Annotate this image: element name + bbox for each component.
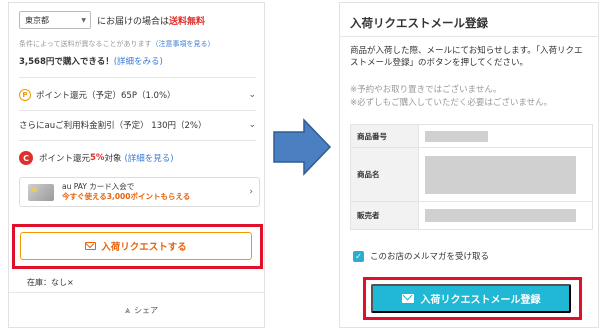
redacted-placeholder [425, 155, 576, 194]
campaign-row: C ポイント還元 5% 対象 (詳細を見る) [19, 151, 174, 165]
stock-request-button[interactable]: 入荷リクエストする [20, 232, 252, 260]
product-info-table: 商品番号 商品名 販売者 [350, 124, 593, 230]
price-detail-link[interactable]: (詳細をみる) [114, 57, 163, 67]
product-purchase-panel: 東京都 ▼ にお届けの場合は送料無料 条件によって送料が異なることがあります（注… [8, 2, 265, 328]
shipping-row: 東京都 ▼ にお届けの場合は送料無料 [19, 11, 205, 29]
card-promo-line2: 今すぐ使える3,000ポイントもらえる [62, 192, 191, 201]
chevron-down-icon: ⌄ [248, 120, 256, 130]
table-row: 商品名 [350, 147, 593, 202]
table-row: 販売者 [350, 201, 593, 230]
stock-status: 在庫：なし× [27, 278, 74, 287]
card-promo-text: au PAY カード入会で 今すぐ使える3,000ポイントもらえる [62, 182, 190, 202]
newsletter-label: このお店のメルマガを受け取る [370, 252, 490, 262]
shipping-note-text: 条件によって送料が異なることがあります [19, 40, 152, 48]
shipping-text: にお届けの場合は送料無料 [97, 14, 205, 27]
free-shipping-label: 送料無料 [169, 16, 206, 27]
seller-label: 販売者 [350, 201, 419, 230]
share-icon: ⩓ [125, 305, 131, 316]
product-number-label: 商品番号 [350, 124, 419, 148]
shipping-note-link[interactable]: （注意事項を見る） [151, 40, 214, 48]
product-name-value [418, 147, 593, 202]
campaign-suffix: 対象 [104, 154, 122, 164]
prefecture-value: 東京都 [25, 15, 49, 25]
point-icon: P [19, 89, 31, 101]
chevron-right-icon: › [249, 187, 253, 197]
credit-card-icon [28, 183, 54, 201]
divider [340, 36, 598, 37]
register-request-button[interactable]: 入荷リクエストメール登録 [371, 284, 571, 313]
campaign-prefix: ポイント還元 [39, 154, 91, 164]
redacted-placeholder [425, 209, 576, 222]
notice-line-2: ※必ずしもご購入していただく必要はございません。 [350, 98, 553, 108]
divider [19, 77, 256, 78]
price-condition-text: 3,568円で購入できる！ [19, 57, 114, 67]
divider [8, 292, 265, 293]
point-return-row[interactable]: P ポイント還元（予定）65P（1.0%） ⌄ [19, 89, 256, 101]
table-row: 商品番号 [350, 124, 593, 148]
prefecture-select[interactable]: 東京都 ▼ [19, 11, 91, 29]
newsletter-option[interactable]: ✓ このお店のメルマガを受け取る [353, 250, 489, 262]
share-button[interactable]: ⩓ シェア [125, 305, 158, 316]
right-arrow-icon [272, 118, 332, 176]
shipping-note: 条件によって送料が異なることがあります（注意事項を見る） [19, 39, 214, 49]
notice-line-1: ※予約やお取り置きではございません。 [350, 85, 502, 95]
stock-request-label: 入荷リクエストする [101, 242, 187, 253]
au-discount-row[interactable]: さらにauご利用料金割引（予定） 130円（2%） ⌄ [19, 119, 256, 131]
register-request-label: 入荷リクエストメール登録 [420, 295, 541, 306]
shipping-prefix: にお届けの場合は [97, 16, 170, 27]
price-condition: 3,568円で購入できる！(詳細をみる) [19, 55, 163, 67]
point-return-text: ポイント還元（予定）65P（1.0%） [36, 91, 176, 101]
divider [19, 110, 256, 111]
product-number-value [418, 124, 593, 148]
product-name-label: 商品名 [350, 147, 419, 202]
share-label: シェア [134, 306, 159, 315]
card-promo-line1: au PAY カード入会で [62, 182, 135, 191]
checkbox-checked-icon[interactable]: ✓ [353, 250, 364, 262]
campaign-percent: 5% [90, 153, 105, 163]
au-discount-text: さらにauご利用料金割引（予定） 130円（2%） [19, 121, 207, 131]
registration-description: 商品が入荷した際、メールにてお知らせします。「入荷リクエストメール登録」のボタン… [350, 46, 583, 68]
mail-icon [401, 294, 414, 303]
redacted-placeholder [425, 130, 488, 142]
mail-icon [85, 242, 97, 250]
chevron-down-icon: ⌄ [248, 90, 256, 100]
campaign-icon: C [19, 151, 33, 165]
campaign-detail-link[interactable]: (詳細を見る) [124, 152, 173, 164]
chevron-down-icon: ▼ [81, 16, 86, 24]
seller-value [418, 201, 593, 230]
divider [19, 140, 256, 141]
page-title: 入荷リクエストメール登録 [350, 16, 488, 30]
au-pay-card-banner[interactable]: au PAY カード入会で 今すぐ使える3,000ポイントもらえる › [19, 177, 260, 207]
